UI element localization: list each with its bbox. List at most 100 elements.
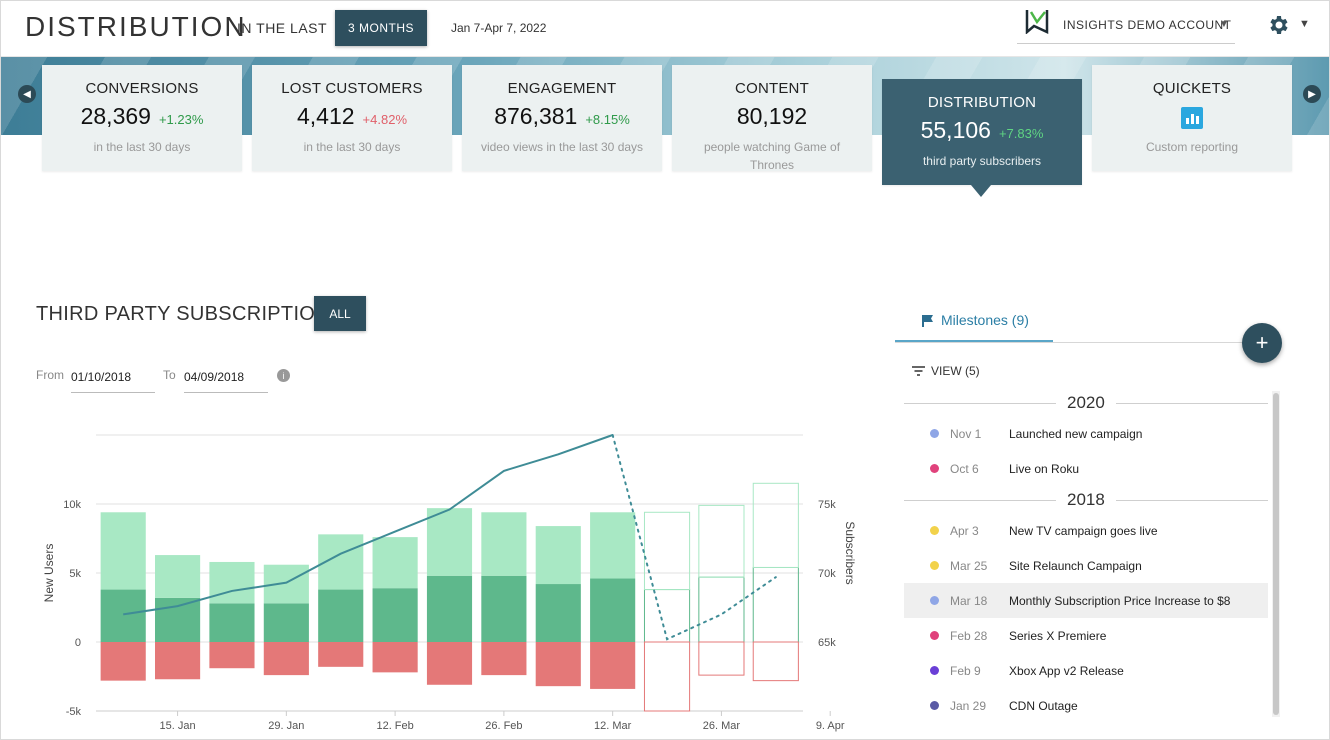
bar-dark-green bbox=[752, 566, 799, 643]
settings-caret-icon[interactable]: ▼ bbox=[1299, 18, 1310, 30]
year-label: 2020 bbox=[1067, 393, 1105, 412]
bar-red bbox=[209, 642, 255, 669]
x-tick-label: 15. Jan bbox=[160, 720, 196, 732]
milestone-item[interactable]: Apr 3 New TV campaign goes live bbox=[904, 513, 1268, 548]
milestone-item[interactable]: Nov 1 Launched new campaign bbox=[904, 416, 1268, 451]
bar-light-green bbox=[535, 526, 581, 585]
carousel-prev-icon[interactable]: ◀ bbox=[18, 85, 36, 103]
bar-dark-green bbox=[155, 597, 201, 642]
bar-light-green bbox=[698, 504, 745, 578]
add-milestone-button[interactable]: + bbox=[1242, 323, 1282, 363]
to-date-input[interactable] bbox=[184, 361, 268, 393]
year-header-2020: 2020 bbox=[904, 393, 1268, 413]
card-value: 876,381 bbox=[494, 103, 578, 129]
card-value: 4,412 bbox=[296, 103, 355, 129]
y-tick-label: 10k bbox=[63, 499, 81, 511]
bar-red bbox=[643, 641, 691, 712]
bar-light-green bbox=[263, 564, 309, 604]
bar-dark-green bbox=[535, 584, 581, 642]
bar-red bbox=[590, 642, 636, 689]
kpi-card-quickets[interactable]: QUICKETS Custom reporting bbox=[1092, 65, 1292, 171]
info-icon[interactable]: i bbox=[277, 369, 290, 382]
app-window: DISTRIBUTION IN THE LAST 3 MONTHS Jan 7-… bbox=[0, 0, 1330, 740]
active-card-pointer bbox=[971, 185, 991, 197]
bar-dark-green bbox=[590, 578, 636, 642]
bar-light-green bbox=[155, 555, 201, 598]
bar-light-green bbox=[481, 512, 527, 576]
bar-light-green bbox=[752, 482, 799, 568]
y-tick-label: 0 bbox=[75, 637, 81, 649]
milestone-dot bbox=[930, 429, 939, 438]
y2-axis-title: Subscribers bbox=[843, 521, 857, 584]
milestone-item[interactable]: Mar 25 Site Relaunch Campaign bbox=[904, 548, 1268, 583]
card-value: 28,369 bbox=[80, 103, 151, 129]
milestone-dot bbox=[930, 701, 939, 710]
x-tick-label: 12. Feb bbox=[376, 720, 413, 732]
year-label: 2018 bbox=[1067, 490, 1105, 509]
bar-dark-green bbox=[372, 588, 418, 642]
milestone-date: Feb 9 bbox=[950, 663, 981, 678]
bar-red bbox=[752, 641, 799, 682]
y2-tick-label: 65k bbox=[818, 637, 836, 649]
x-tick-label: 26. Mar bbox=[703, 720, 741, 732]
carousel-next-icon[interactable]: ▶ bbox=[1303, 85, 1321, 103]
card-change: +4.82% bbox=[362, 112, 407, 127]
milestone-dot bbox=[930, 596, 939, 605]
kpi-card-lost-customers[interactable]: LOST CUSTOMERS 4,412 +4.82% in the last … bbox=[252, 65, 452, 171]
bar-red bbox=[481, 642, 527, 676]
gear-icon[interactable] bbox=[1266, 13, 1290, 37]
card-subtitle: Custom reporting bbox=[1145, 140, 1239, 154]
milestones-scroll-thumb[interactable] bbox=[1273, 393, 1279, 715]
milestone-text: Live on Roku bbox=[1009, 461, 1080, 476]
bar-dark-green bbox=[426, 575, 473, 642]
bar-light-green bbox=[590, 512, 636, 579]
from-date-input[interactable] bbox=[71, 361, 155, 393]
bar-light-green bbox=[426, 508, 473, 576]
milestone-text: CDN Outage bbox=[1009, 698, 1078, 713]
milestone-item[interactable]: Mar 18 Monthly Subscription Price Increa… bbox=[904, 583, 1268, 618]
bar-dark-green bbox=[481, 575, 527, 642]
date-range-label: Jan 7-Apr 7, 2022 bbox=[451, 21, 547, 35]
view-filter-button[interactable]: VIEW (5) bbox=[912, 364, 980, 378]
milestone-text: New TV campaign goes live bbox=[1009, 523, 1158, 538]
bar-dark-green bbox=[643, 589, 691, 643]
milestone-dot bbox=[930, 561, 939, 570]
card-title: ENGAGEMENT bbox=[507, 80, 617, 97]
milestone-date: Jan 29 bbox=[950, 698, 987, 713]
bar-light-green bbox=[209, 561, 255, 604]
account-name: INSIGHTS DEMO ACCOUNT bbox=[1063, 18, 1232, 32]
year-header-2018: 2018 bbox=[904, 490, 1268, 510]
kpi-card-conversions[interactable]: CONVERSIONS 28,369 +1.23% in the last 30… bbox=[42, 65, 242, 171]
bar-light-green bbox=[372, 537, 418, 589]
milestone-date: Feb 28 bbox=[950, 628, 988, 643]
milestone-item[interactable]: Oct 6 Live on Roku bbox=[904, 451, 1268, 486]
kpi-card-content[interactable]: CONTENT 80,192 people watching Game of T… bbox=[672, 65, 872, 172]
milestone-item[interactable]: Feb 9 Xbox App v2 Release bbox=[904, 653, 1268, 688]
milestone-date: Nov 1 bbox=[950, 426, 982, 441]
milestone-text: Site Relaunch Campaign bbox=[1009, 558, 1142, 573]
kpi-card-engagement[interactable]: ENGAGEMENT 876,381 +8.15% video views in… bbox=[462, 65, 662, 171]
bar-red bbox=[155, 642, 201, 680]
tab-milestones[interactable]: Milestones (9) bbox=[895, 306, 1053, 343]
account-selector[interactable]: INSIGHTS DEMO ACCOUNT ▼ bbox=[1017, 6, 1235, 44]
all-filter-button[interactable]: ALL bbox=[314, 296, 366, 331]
bar-red bbox=[426, 642, 473, 685]
milestone-dot bbox=[930, 666, 939, 675]
period-button[interactable]: 3 MONTHS bbox=[335, 10, 427, 46]
milestone-item[interactable]: Feb 28 Series X Premiere bbox=[904, 618, 1268, 653]
bar-red bbox=[100, 642, 146, 681]
milestone-text: Monthly Subscription Price Increase to $… bbox=[1009, 593, 1231, 608]
card-title: CONVERSIONS bbox=[85, 80, 199, 97]
page-title: DISTRIBUTION bbox=[25, 11, 247, 42]
milestone-item[interactable]: Jan 29 CDN Outage bbox=[904, 688, 1268, 723]
card-change: +8.15% bbox=[585, 112, 630, 127]
kpi-card-distribution[interactable]: DISTRIBUTION 55,106 +7.83% third party s… bbox=[882, 79, 1082, 185]
bar-red bbox=[372, 642, 418, 673]
bar-red bbox=[535, 642, 581, 687]
card-change: +7.83% bbox=[998, 126, 1044, 141]
bar-dark-green bbox=[263, 603, 309, 642]
milestone-date: Apr 3 bbox=[950, 523, 979, 538]
y-tick-label: 5k bbox=[69, 568, 81, 580]
card-subtitle: in the last 30 days bbox=[93, 140, 191, 154]
y-tick-label: -5k bbox=[66, 706, 82, 718]
